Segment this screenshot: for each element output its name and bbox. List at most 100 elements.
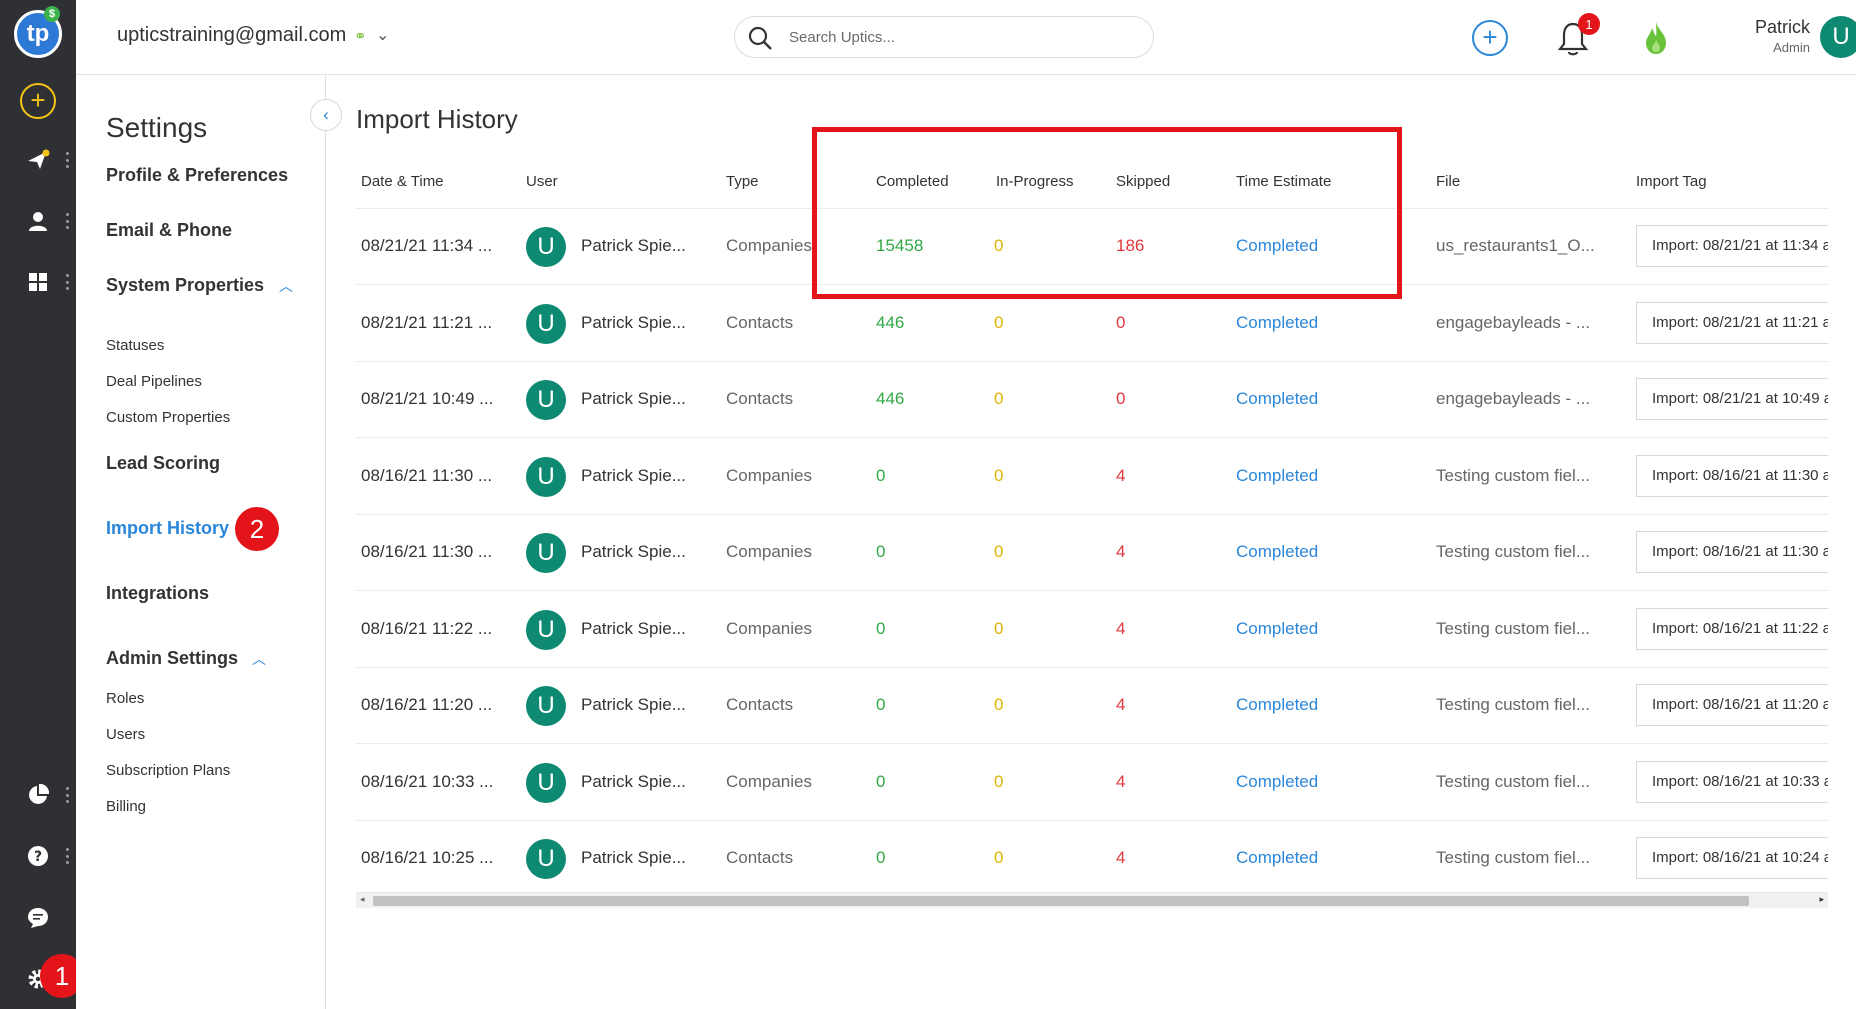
cell-file[interactable]: Testing custom fiel... xyxy=(1436,542,1590,562)
nav-deal-pipelines[interactable]: Deal Pipelines xyxy=(106,373,202,390)
cell-user[interactable]: Patrick Spie... xyxy=(581,313,686,333)
cell-in-progress: 0 xyxy=(994,465,1004,485)
nav-roles[interactable]: Roles xyxy=(106,690,144,707)
import-tag-field[interactable]: Import: 08/21/21 at 11:21 am xyxy=(1636,301,1828,344)
user-name[interactable]: Patrick xyxy=(1720,17,1810,38)
avatar: U xyxy=(526,227,566,267)
cell-time-estimate: Completed xyxy=(1236,695,1319,714)
cell-user[interactable]: Patrick Spie... xyxy=(581,236,686,256)
help-more-icon[interactable] xyxy=(64,848,70,864)
col-type[interactable]: Type xyxy=(726,173,759,190)
cell-user[interactable]: Patrick Spie... xyxy=(581,619,686,639)
col-file[interactable]: File xyxy=(1436,173,1460,190)
contacts-more-icon[interactable] xyxy=(64,213,70,229)
avatar[interactable]: U xyxy=(1820,16,1856,58)
col-date-time[interactable]: Date & Time xyxy=(361,173,444,190)
table-row[interactable]: U 08/16/21 11:20 ... Patrick Spie... Contac… xyxy=(356,668,1828,744)
cell-skipped: 4 xyxy=(1116,848,1126,867)
cell-time-estimate: Completed xyxy=(1236,618,1319,638)
scroll-right-icon[interactable]: ▸ xyxy=(1819,894,1824,905)
cell-user[interactable]: Patrick Spie... xyxy=(581,542,686,562)
import-tag-field[interactable]: Import: 08/16/21 at 11:20 am xyxy=(1636,684,1828,726)
nav-profile-preferences[interactable]: Profile & Preferences xyxy=(106,165,288,186)
nav-import-history[interactable]: Import History xyxy=(106,518,229,539)
scroll-left-icon[interactable]: ◂ xyxy=(360,894,365,905)
chevron-left-icon[interactable]: ‹ xyxy=(310,99,342,131)
help-icon[interactable]: ? xyxy=(20,838,56,874)
flame-icon[interactable] xyxy=(1642,20,1670,56)
chat-icon[interactable] xyxy=(20,900,56,936)
dashboard-icon[interactable] xyxy=(20,264,56,300)
chevron-up-icon[interactable]: ︿ xyxy=(252,649,266,669)
col-completed[interactable]: Completed xyxy=(876,173,949,190)
import-tag-field[interactable]: Import: 08/16/21 at 10:24 am xyxy=(1636,837,1828,879)
nav-users[interactable]: Users xyxy=(106,726,145,743)
cell-in-progress: 0 xyxy=(994,618,1004,638)
cell-user[interactable]: Patrick Spie... xyxy=(581,389,686,409)
nav-lead-scoring[interactable]: Lead Scoring xyxy=(106,453,220,474)
table-row[interactable]: U 08/16/21 11:22 ... Patrick Spie... Compan… xyxy=(356,592,1828,668)
account-email[interactable]: upticstraining@gmail.com xyxy=(117,24,346,47)
cell-file[interactable]: us_restaurants1_O... xyxy=(1436,236,1595,256)
col-time-estimate[interactable]: Time Estimate xyxy=(1236,173,1331,190)
col-skipped[interactable]: Skipped xyxy=(1116,173,1170,190)
table-row[interactable]: U 08/16/21 10:33 ... Patrick Spie... Compan… xyxy=(356,745,1828,821)
quick-add-icon[interactable]: + xyxy=(1472,20,1508,56)
import-tag-field[interactable]: Import: 08/16/21 at 11:22 am xyxy=(1636,607,1828,650)
contacts-icon[interactable] xyxy=(20,203,56,239)
col-import-tag[interactable]: Import Tag xyxy=(1636,173,1707,190)
avatar: U xyxy=(526,609,566,650)
import-tag-field[interactable]: Import: 08/16/21 at 10:33 am xyxy=(1636,760,1828,803)
import-tag-field[interactable]: Import: 08/21/21 at 11:34 am xyxy=(1636,225,1828,267)
cell-file[interactable]: engagebayleads - ... xyxy=(1436,389,1590,409)
cell-file[interactable]: Testing custom fiel... xyxy=(1436,466,1590,486)
cell-user[interactable]: Patrick Spie... xyxy=(581,695,686,715)
cell-file[interactable]: Testing custom fiel... xyxy=(1436,619,1590,639)
chevron-up-icon[interactable]: ︿ xyxy=(279,276,293,296)
cell-time-estimate: Completed xyxy=(1236,389,1319,408)
import-tag-field[interactable]: Import: 08/16/21 at 11:30 am xyxy=(1636,531,1828,573)
cell-user[interactable]: Patrick Spie... xyxy=(581,848,686,868)
reports-icon[interactable] xyxy=(20,777,56,813)
table-row[interactable]: U 08/16/21 11:30 ... Patrick Spie... Compan… xyxy=(356,439,1828,515)
cell-completed: 0 xyxy=(876,848,886,867)
col-user[interactable]: User xyxy=(526,173,558,190)
nav-statuses[interactable]: Statuses xyxy=(106,337,164,354)
search-box[interactable] xyxy=(734,16,1154,58)
table-row[interactable]: U 08/16/21 11:30 ... Patrick Spie... Compan… xyxy=(356,515,1828,591)
dashboard-more-icon[interactable] xyxy=(64,274,70,290)
nav-subscription-plans[interactable]: Subscription Plans xyxy=(106,762,230,779)
col-in-progress[interactable]: In-Progress xyxy=(996,173,1074,190)
nav-system-properties[interactable]: System Properties xyxy=(106,275,264,296)
table-row[interactable]: U 08/16/21 10:25 ... Patrick Spie... Contac… xyxy=(356,821,1828,897)
cell-user[interactable]: Patrick Spie... xyxy=(581,466,686,486)
cell-completed: 0 xyxy=(876,771,886,791)
table-row[interactable]: U 08/21/21 10:49 ... Patrick Spie... Contac… xyxy=(356,362,1828,438)
nav-email-phone[interactable]: Email & Phone xyxy=(106,220,232,241)
cell-in-progress: 0 xyxy=(994,771,1004,791)
cell-skipped: 4 xyxy=(1116,618,1126,638)
nav-integrations[interactable]: Integrations xyxy=(106,583,209,604)
scrollbar-thumb[interactable] xyxy=(373,896,1749,906)
cell-file[interactable]: Testing custom fiel... xyxy=(1436,695,1590,715)
nav-custom-properties[interactable]: Custom Properties xyxy=(106,409,230,426)
reports-more-icon[interactable] xyxy=(64,787,70,803)
horizontal-scrollbar[interactable]: ◂ ▸ xyxy=(356,892,1828,908)
nav-admin-settings[interactable]: Admin Settings xyxy=(106,648,238,669)
cell-skipped: 0 xyxy=(1116,312,1126,332)
nav-billing[interactable]: Billing xyxy=(106,798,146,815)
add-icon[interactable]: + xyxy=(20,83,56,119)
cell-file[interactable]: Testing custom fiel... xyxy=(1436,848,1590,868)
cell-skipped: 4 xyxy=(1116,695,1126,714)
search-input[interactable] xyxy=(789,26,1129,48)
chevron-down-icon[interactable]: ⌄ xyxy=(376,25,389,45)
campaign-icon[interactable] xyxy=(20,142,56,178)
cell-file[interactable]: Testing custom fiel... xyxy=(1436,772,1590,792)
campaign-more-icon[interactable] xyxy=(64,152,70,168)
table-row[interactable]: U 08/21/21 11:34 ... Patrick Spie... Compan… xyxy=(356,209,1828,285)
import-tag-field[interactable]: Import: 08/21/21 at 10:49 am xyxy=(1636,378,1828,420)
table-row[interactable]: U 08/21/21 11:21 ... Patrick Spie... Contac… xyxy=(356,286,1828,362)
cell-user[interactable]: Patrick Spie... xyxy=(581,772,686,792)
cell-file[interactable]: engagebayleads - ... xyxy=(1436,313,1590,333)
import-tag-field[interactable]: Import: 08/16/21 at 11:30 am xyxy=(1636,454,1828,497)
